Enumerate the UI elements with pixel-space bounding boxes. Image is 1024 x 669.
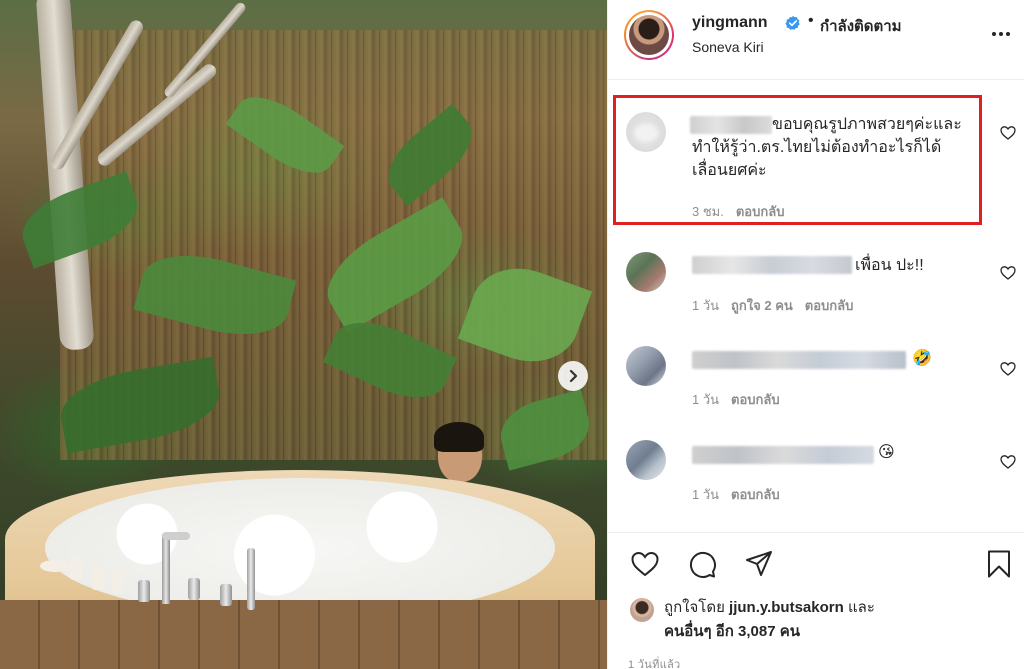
- bookmark-icon[interactable]: [984, 549, 1014, 579]
- comment-emoji: 😘: [878, 444, 895, 461]
- chevron-right-icon: [569, 369, 578, 383]
- post-location[interactable]: Soneva Kiri: [692, 39, 764, 55]
- comment-time: 1 วัน: [692, 487, 720, 502]
- likes-others-count[interactable]: คนอื่นๆ อีก 3,087 คน: [664, 623, 800, 640]
- commenter-avatar[interactable]: [626, 346, 666, 386]
- comment-text: เพื่อน ปะ!!: [855, 257, 924, 274]
- bath-foam: [45, 478, 555, 618]
- reply-button[interactable]: ตอบกลับ: [731, 484, 780, 505]
- valve: [220, 584, 232, 606]
- post-header: yingmann • กำลังติดตาม Soneva Kiri: [608, 0, 1024, 80]
- comment-meta: 1 วัน ตอบกลับ: [692, 389, 780, 410]
- valve: [188, 578, 200, 600]
- verified-badge-icon: [785, 15, 800, 30]
- more-horizontal-icon[interactable]: [990, 24, 1012, 44]
- valve: [138, 580, 150, 602]
- commenter-avatar[interactable]: [626, 440, 666, 480]
- commenter-username-redacted[interactable]: [692, 351, 906, 369]
- comment-time: 1 วัน: [692, 298, 720, 313]
- toiletry-bottle: [70, 556, 82, 580]
- comment-likes-count[interactable]: ถูกใจ 2 คน: [731, 295, 793, 316]
- soap-dish: [40, 560, 70, 572]
- comment-time: 1 วัน: [692, 392, 720, 407]
- post-actions-bar: [608, 532, 1024, 592]
- comment-item: 🤣 1 วัน ตอบกลับ: [608, 342, 1024, 422]
- wooden-deck: [0, 600, 607, 669]
- comment-meta: 1 วัน ตอบกลับ: [692, 484, 780, 505]
- next-photo-button[interactable]: [558, 361, 588, 391]
- likes-line: คนอื่นๆ อีก 3,087 คน: [664, 620, 800, 644]
- liker-username[interactable]: jjun.y.butsakorn: [729, 599, 844, 616]
- comment-like-icon[interactable]: [1000, 265, 1016, 281]
- commenter-username-redacted[interactable]: [692, 446, 874, 464]
- follow-status-button[interactable]: กำลังติดตาม: [820, 14, 902, 38]
- reply-button[interactable]: ตอบกลับ: [805, 295, 854, 316]
- comment-like-icon[interactable]: [1000, 361, 1016, 377]
- comment-meta: 1 วัน ถูกใจ 2 คน ตอบกลับ: [692, 295, 853, 316]
- likes-conj: และ: [847, 599, 875, 616]
- post-photo[interactable]: [0, 0, 607, 669]
- comment-highlight-box: [613, 95, 982, 225]
- comment-item: เพื่อน ปะ!! 1 วัน ถูกใจ 2 คน ตอบกลับ: [608, 248, 1024, 328]
- comment-like-icon[interactable]: [1000, 454, 1016, 470]
- handheld-shower: [247, 548, 255, 610]
- person-in-tub: [434, 422, 484, 482]
- author-avatar[interactable]: [624, 10, 674, 60]
- liker-avatar[interactable]: [630, 598, 654, 622]
- separator-dot: •: [808, 12, 814, 29]
- paper-plane-icon[interactable]: [744, 549, 774, 579]
- likes-prefix: ถูกใจโดย: [664, 599, 725, 616]
- reply-button[interactable]: ตอบกลับ: [731, 389, 780, 410]
- toiletry-bottle: [92, 566, 104, 590]
- toiletry-bottle: [112, 570, 124, 594]
- commenter-username-redacted[interactable]: [692, 256, 852, 274]
- comment-bubble-icon[interactable]: [687, 549, 717, 579]
- likes-line: ถูกใจโดย jjun.y.butsakorn และ: [664, 596, 875, 620]
- post-timestamp: 1 วันที่แล้ว: [628, 659, 681, 669]
- faucet: [162, 532, 190, 604]
- comment-emoji: 🤣: [912, 350, 932, 367]
- commenter-avatar[interactable]: [626, 252, 666, 292]
- comment-like-icon[interactable]: [1000, 125, 1016, 141]
- heart-icon[interactable]: [630, 549, 660, 579]
- comment-item: 😘 1 วัน ตอบกลับ: [608, 436, 1024, 516]
- author-username[interactable]: yingmann: [692, 14, 768, 32]
